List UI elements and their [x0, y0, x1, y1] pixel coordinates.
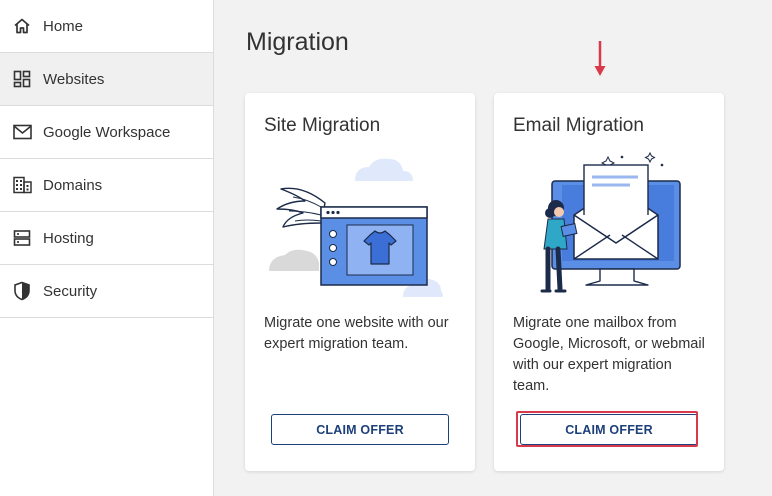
card-title: Email Migration: [513, 115, 644, 136]
email-migration-illustration: [540, 151, 681, 293]
card-title: Site Migration: [264, 115, 381, 136]
dashboard-icon: [12, 69, 32, 89]
sidebar-item-label: Home: [43, 17, 84, 35]
card-description: Migrate one website with our expert migr…: [264, 315, 449, 352]
main-content: Migration Site Migration Migrate one web…: [214, 0, 772, 496]
sidebar: Home Websites Google Workspace Domains H…: [0, 0, 214, 496]
sidebar-item-label: Google Workspace: [43, 123, 171, 141]
sidebar-item-hosting[interactable]: Hosting: [0, 212, 213, 265]
sidebar-item-label: Hosting: [43, 229, 94, 247]
site-migration-illustration: [269, 158, 443, 297]
sidebar-item-label: Domains: [43, 176, 103, 194]
mail-icon: [12, 122, 32, 142]
card-description: Migrate one mailbox from Google, Microso…: [513, 315, 705, 394]
sidebar-item-label: Websites: [43, 70, 105, 88]
site-migration-card: Site Migration Migrate one website with …: [245, 93, 475, 471]
claim-offer-button[interactable]: CLAIM OFFER: [271, 414, 449, 445]
claim-offer-button[interactable]: CLAIM OFFER: [520, 414, 698, 445]
page-title: Migration: [246, 28, 349, 56]
sidebar-item-domains[interactable]: Domains: [0, 159, 213, 212]
building-icon: [12, 175, 32, 195]
server-icon: [12, 228, 32, 248]
sidebar-item-security[interactable]: Security: [0, 265, 213, 318]
email-migration-card: Email Migration Migrate one mailbox from…: [494, 93, 724, 471]
annotation-arrow: [594, 41, 606, 76]
sidebar-item-google-workspace[interactable]: Google Workspace: [0, 106, 213, 159]
sidebar-item-websites[interactable]: Websites: [0, 53, 213, 106]
shield-icon: [12, 281, 32, 301]
home-icon: [12, 16, 32, 36]
sidebar-item-home[interactable]: Home: [0, 0, 213, 53]
sidebar-item-label: Security: [43, 282, 98, 300]
